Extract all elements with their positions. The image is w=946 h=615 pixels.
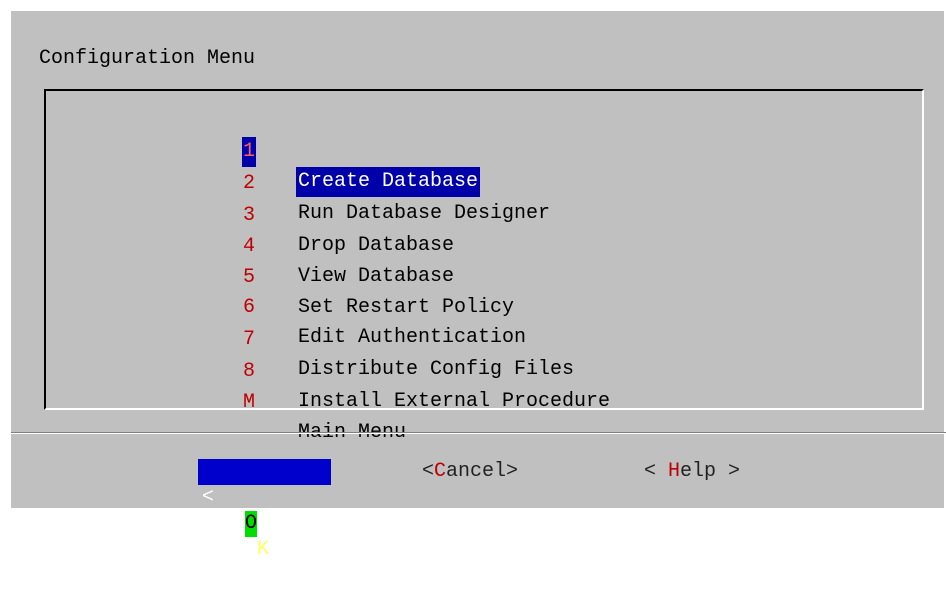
menu-item-drop-database[interactable]: 3 Drop Database (46, 171, 454, 257)
ok-label-rest: K (257, 538, 270, 561)
cancel-open-bracket: < (422, 460, 435, 483)
menu-item-hotkey: M (242, 391, 255, 414)
menu-item-hotkey: 6 (242, 296, 255, 319)
menu-item-label: Drop Database (298, 234, 455, 257)
menu-item-main-menu[interactable]: M Main Menu (46, 358, 406, 444)
menu-item-hotkey: 3 (242, 204, 255, 227)
help-close-bracket: > (716, 460, 741, 483)
ok-hotkey: O (245, 511, 258, 537)
menu-item-run-database-designer[interactable]: 2 Run Database Designer (46, 139, 550, 225)
menu-item-label: Set Restart Policy (298, 296, 515, 319)
menu-item-label: Distribute Config Files (298, 358, 575, 381)
ok-open-bracket: < (202, 486, 215, 509)
menu-item-hotkey: 8 (242, 360, 255, 383)
menu-item-set-restart-policy[interactable]: 5 Set Restart Policy (46, 233, 514, 319)
menu-item-label: Create Database (296, 167, 481, 197)
menu-item-label: View Database (298, 265, 455, 288)
menu-item-hotkey: 4 (242, 235, 255, 258)
help-hotkey: H (668, 460, 681, 483)
button-row-divider (11, 432, 946, 434)
cancel-hotkey: C (434, 460, 447, 483)
menu-list: 1 Create Database 2 Run Database Designe… (44, 89, 924, 444)
menu-item-label: Install External Procedure (298, 390, 611, 413)
configuration-dialog: Configuration Menu 1 Create Database 2 R… (9, 9, 946, 587)
help-open-bracket: < (644, 460, 669, 483)
dialog-title: Configuration Menu (39, 47, 256, 70)
menu-item-label: Run Database Designer (298, 202, 551, 225)
cancel-close-bracket: > (506, 460, 519, 483)
cancel-button[interactable]: <Cancel> (422, 459, 518, 485)
menu-item-view-database[interactable]: 4 View Database (46, 202, 454, 288)
cancel-label-rest: ancel (446, 460, 507, 483)
menu-item-hotkey: 5 (242, 266, 255, 289)
menu-item-hotkey: 2 (242, 172, 255, 195)
menu-item-hotkey: 1 (242, 137, 256, 167)
menu-item-create-database[interactable]: 1 Create Database (46, 107, 481, 197)
menu-item-edit-authentication[interactable]: 6 Edit Authentication (46, 263, 526, 349)
menu-item-label: Edit Authentication (298, 326, 527, 349)
ok-close-bracket: > (312, 564, 325, 587)
menu-item-distribute-config-files[interactable]: 7 Distribute Config Files (46, 295, 574, 381)
menu-item-install-external-procedure[interactable]: 8 Install External Procedure (46, 327, 610, 413)
help-button[interactable]: < Help > (644, 459, 740, 485)
help-label-rest: elp (680, 460, 717, 483)
menu-item-hotkey: 7 (242, 328, 255, 351)
ok-button[interactable]: < O K > (198, 459, 331, 587)
